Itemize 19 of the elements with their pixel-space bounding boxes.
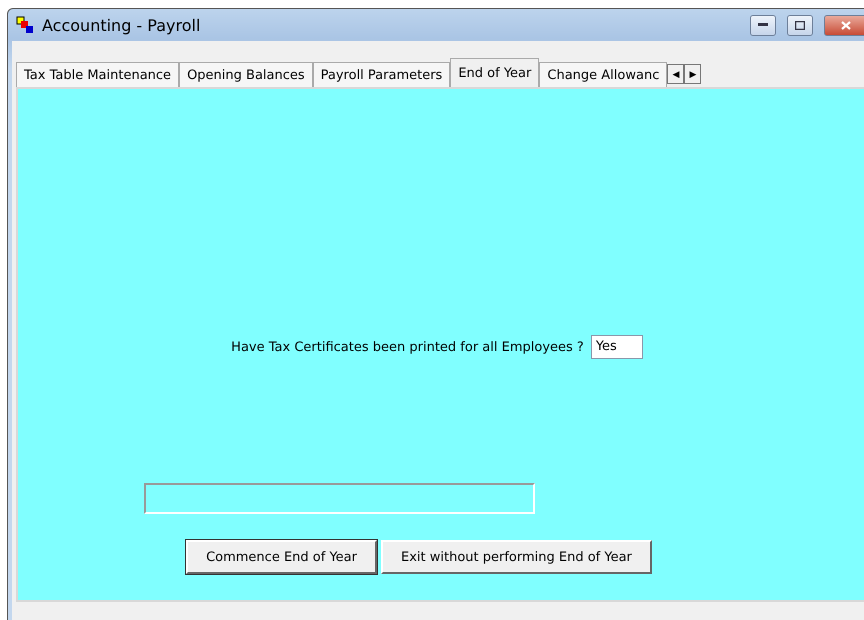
tab[interactable]: Tax Table Maintenance <box>16 62 180 87</box>
maximize-icon <box>795 20 805 30</box>
answer-field[interactable]: Yes <box>590 335 643 359</box>
tab[interactable]: Payroll Parameters <box>312 62 450 87</box>
commence-button[interactable]: Commence End of Year <box>186 540 377 574</box>
app-icon <box>16 16 34 34</box>
minimize-icon <box>758 23 768 27</box>
tab[interactable]: Change Allowanc <box>539 62 668 87</box>
close-icon <box>841 20 851 30</box>
tab[interactable]: End of Year <box>450 58 540 87</box>
minimize-button[interactable] <box>750 14 776 36</box>
window-title: Accounting - Payroll <box>42 16 202 34</box>
tab[interactable]: Opening Balances <box>179 62 313 87</box>
close-button[interactable] <box>824 14 864 36</box>
exit-button[interactable]: Exit without performing End of Year <box>380 540 652 574</box>
tab-scroll-button[interactable]: ◀ <box>667 64 684 84</box>
question-label: Have Tax Certificates been printed for all Employees ? <box>231 340 584 354</box>
maximize-button[interactable] <box>787 14 813 36</box>
tab-scroll-button[interactable]: ▶ <box>684 64 702 84</box>
